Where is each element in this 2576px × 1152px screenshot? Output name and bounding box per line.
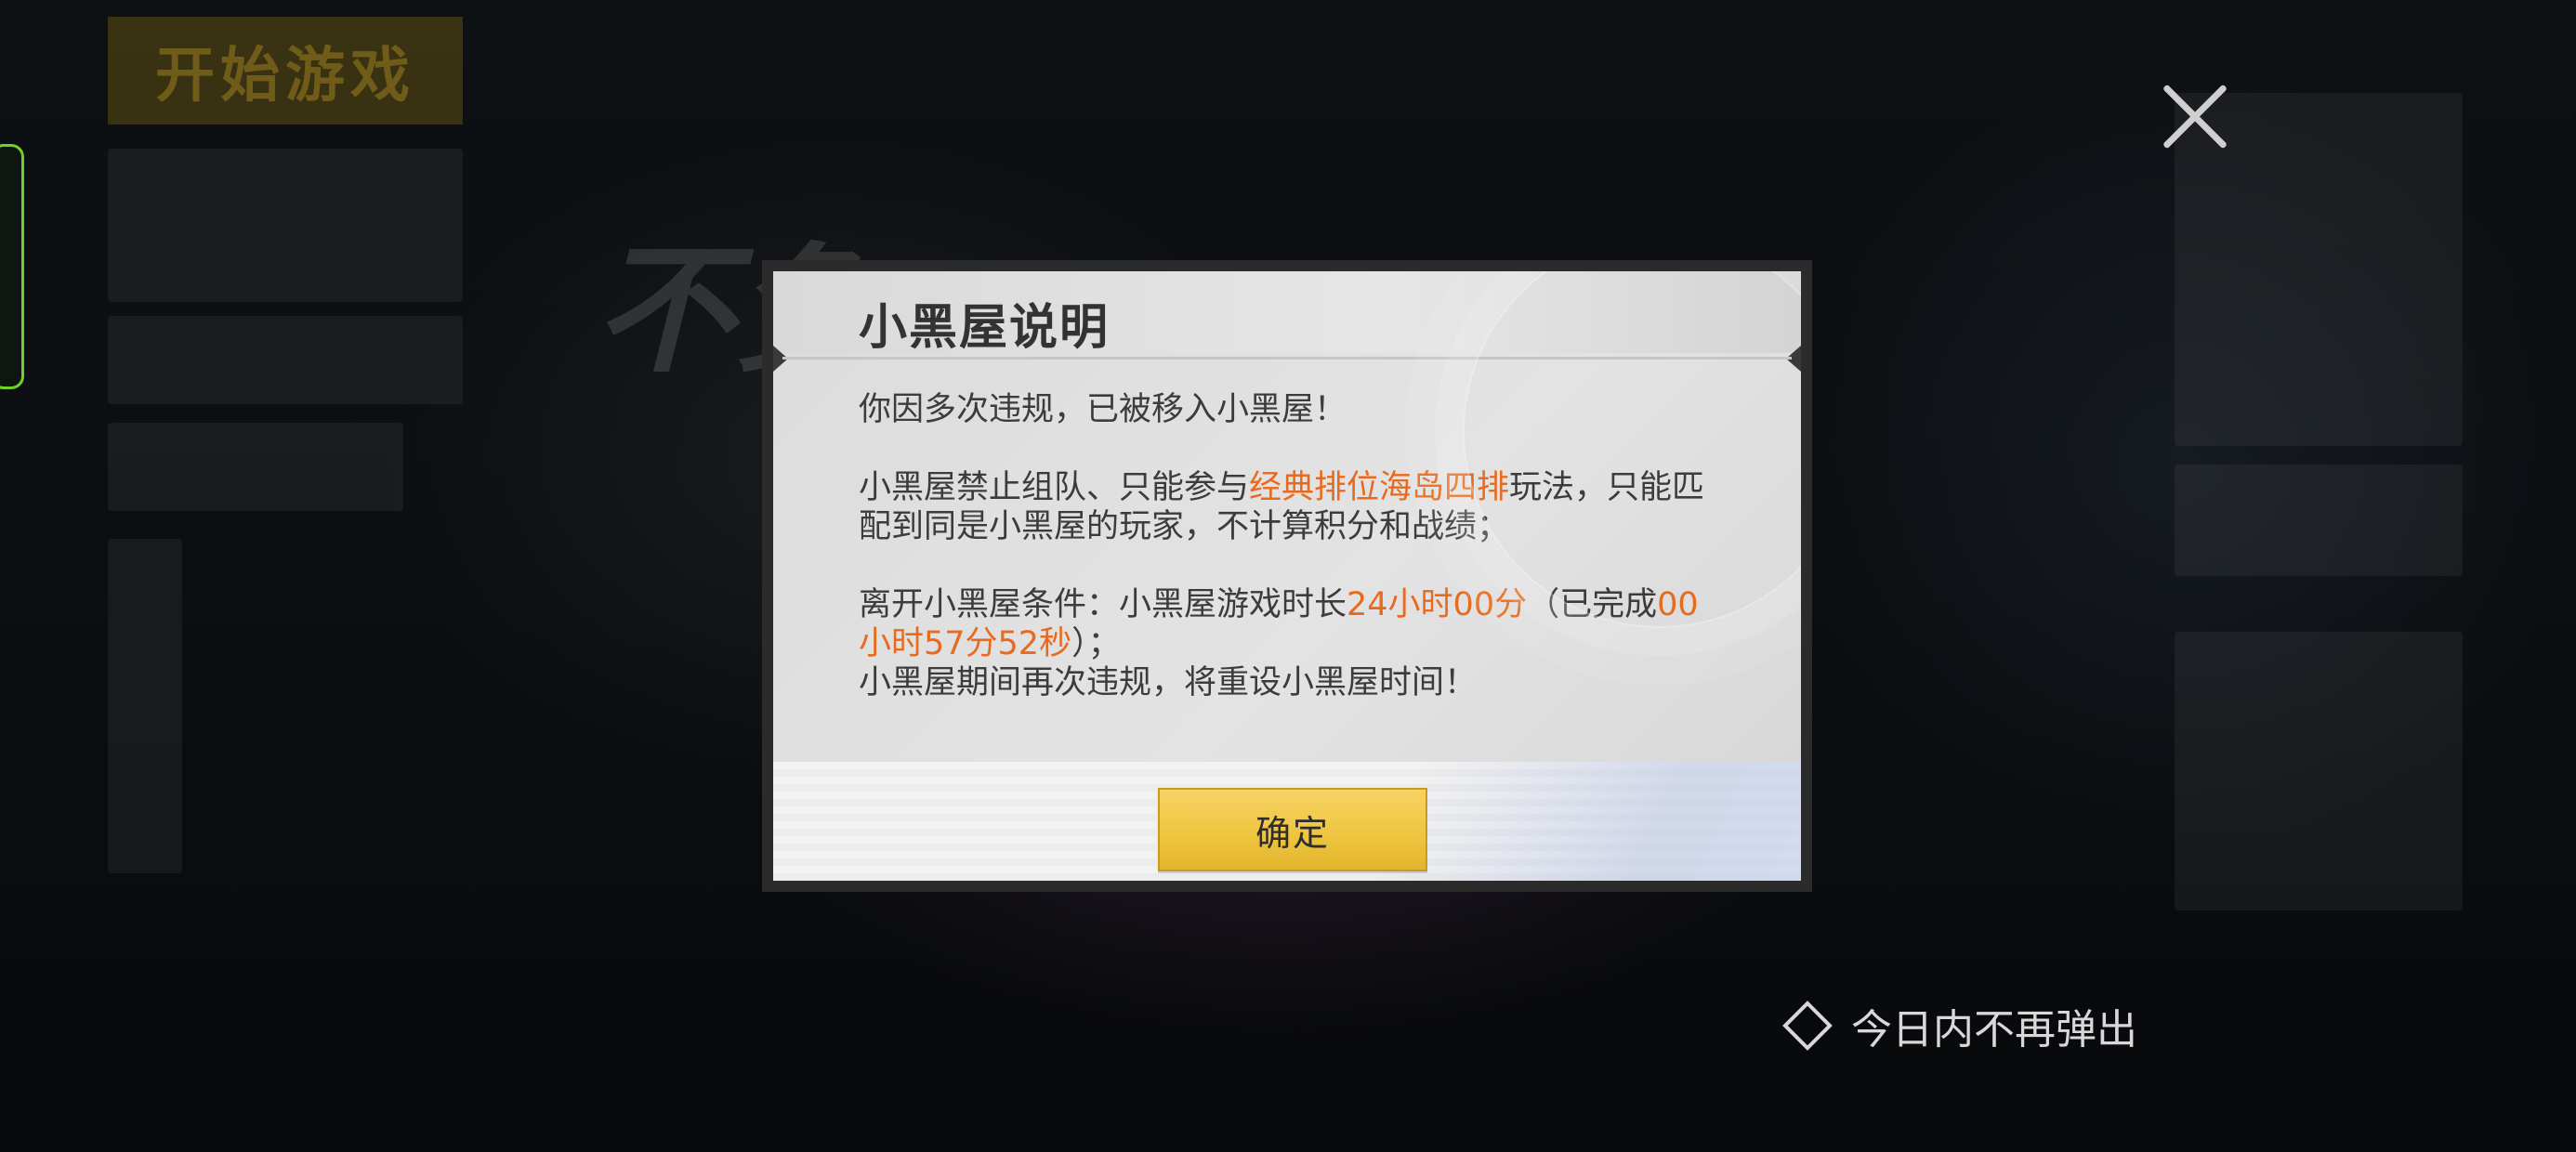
confirm-button[interactable]: 确定 [1158,788,1427,871]
team-panel [108,539,182,873]
close-icon[interactable] [2156,78,2234,156]
dont-show-today-label: 今日内不再弹出 [1851,1006,2137,1054]
right-panel [2175,632,2463,910]
mode-panel [108,149,463,302]
right-panel [2175,465,2463,576]
mode-panel [108,423,403,511]
rule-nub-right [1786,346,1801,372]
blackroom-dialog: 小黑屋说明 你因多次违规，已被移入小黑屋！ 小黑屋禁止组队、只能参与经典排位海岛… [762,260,1812,892]
dont-show-today-toggle[interactable]: 今日内不再弹出 [1782,996,2137,1055]
dialog-message: 你因多次违规，已被移入小黑屋！ 小黑屋禁止组队、只能参与经典排位海岛四排玩法，只… [859,390,1723,702]
restriction-text: 小黑屋禁止组队、只能参与经典排位海岛四排玩法，只能匹配到同是小黑屋的玩家，不计算… [859,468,1723,546]
allowed-mode: 经典排位海岛四排 [1249,469,1510,506]
checkbox-diamond-icon[interactable] [1782,1001,1833,1051]
dialog-title: 小黑屋说明 [859,300,1111,356]
reset-warning: 小黑屋期间再次违规，将重设小黑屋时间！ [859,664,1478,701]
restriction-text-a: 小黑屋禁止组队、只能参与 [859,469,1250,506]
mode-panel [108,316,463,404]
start-game-button: 开始游戏 [108,17,463,124]
dialog-body: 小黑屋说明 你因多次违规，已被移入小黑屋！ 小黑屋禁止组队、只能参与经典排位海岛… [773,271,1801,881]
exit-condition-a: 离开小黑屋条件：小黑屋游戏时长 [859,586,1347,623]
required-duration: 24小时00分 [1347,586,1528,623]
exit-condition: 离开小黑屋条件：小黑屋游戏时长24小时00分（已完成00小时57分52秒）； [859,585,1723,663]
exit-condition-c: ）； [1071,625,1121,662]
edge-handle[interactable] [0,144,24,389]
exit-condition-b: （已完成 [1527,586,1658,623]
violation-notice: 你因多次违规，已被移入小黑屋！ [859,391,1347,428]
